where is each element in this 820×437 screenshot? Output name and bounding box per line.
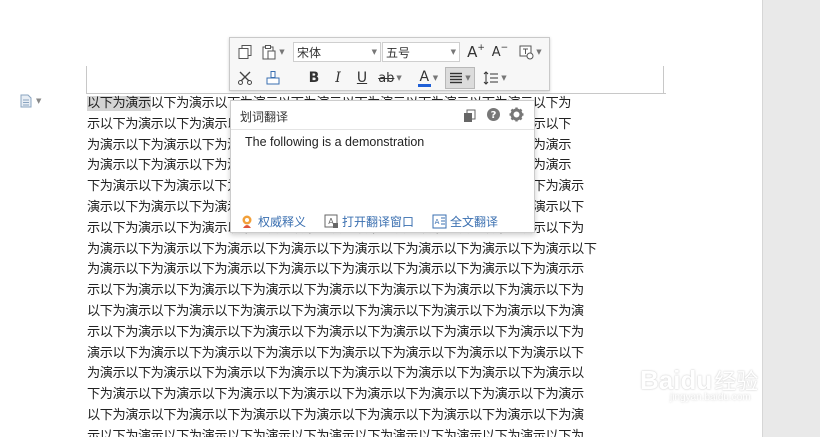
text-line: 演示以下为演示以下为演示以下为演示以下为演示以下为演示以下为演示以下为演示以下 (87, 345, 584, 361)
italic-icon: I (335, 70, 341, 86)
align-justify-icon (450, 72, 463, 84)
watermark-url: jingyan.baidu.com (670, 392, 751, 403)
full-text-translation-label: 全文翻译 (450, 215, 499, 229)
clear-format-button[interactable]: ▼ (515, 41, 545, 63)
settings-button[interactable] (509, 107, 524, 126)
chevron-down-icon: ▼ (396, 74, 402, 82)
chevron-down-icon: ▼ (36, 97, 42, 105)
chevron-down-icon: ▼ (450, 48, 456, 56)
text-line: 以下为演示以下为演示以下为演示以下为演示以下为演示以下为演示以下为演示以下为演 (87, 407, 584, 423)
format-painter-button[interactable] (262, 67, 284, 89)
italic-button[interactable]: I (327, 67, 349, 89)
floating-format-toolbar: ▼ 宋体 ▼ 五号 ▼ A + A − ▼ B I U ab ▼ A ▼ ▼ ▼ (229, 37, 550, 91)
text-line: 下为演示以下为演示以下为演示以下为演示以下为演示以下为演示以下为演示以下为演示 (87, 387, 584, 403)
translate-window-icon: A (324, 214, 338, 228)
font-size-select[interactable]: 五号 ▼ (382, 42, 460, 62)
text-line: 为演示以下为演示以下为演示以下为演示以下为演示以下为演示以下为演示以下为演示以下 (87, 241, 597, 257)
chevron-down-icon: ▼ (371, 48, 377, 56)
text-line: 示以下为演示以下为演示以下为演示以下为演示以下为演示以下为演示以下为演示以下为 (87, 324, 584, 340)
paste-button[interactable]: ▼ (258, 41, 288, 63)
format-painter-icon (266, 71, 280, 85)
margin-guide-vertical (86, 66, 87, 94)
chevron-down-icon: ▼ (536, 48, 542, 56)
copy-translation-button[interactable] (463, 108, 476, 127)
translation-popup: 划词翻译 ? The following is a demonstration … (230, 100, 535, 233)
bold-button[interactable]: B (303, 67, 325, 89)
bold-icon: B (308, 70, 320, 86)
cut-button[interactable] (234, 67, 256, 89)
paragraph-menu-button[interactable]: ▼ (20, 93, 48, 109)
underline-button[interactable]: U (351, 67, 373, 89)
text-line: 示以下为演示以下为演示以下为演示以下为演示以下为演示以下为演示以下为演示以下为 (87, 283, 584, 299)
align-button[interactable]: ▼ (445, 67, 475, 89)
chevron-down-icon: ▼ (465, 74, 471, 82)
authority-definition-label: 权威释义 (258, 215, 307, 229)
chevron-down-icon: ▼ (501, 74, 507, 82)
svg-text:A: A (435, 218, 440, 226)
copy-icon (238, 45, 252, 59)
grow-font-button[interactable]: A + (465, 41, 487, 63)
paste-icon (262, 45, 276, 60)
grow-font-icon: A (467, 43, 478, 61)
strikethrough-button[interactable]: ab ▼ (375, 67, 405, 89)
text-line: 以下为演示以下为演示以下为演示以下为演示以下为演示以下为演示以下为演示以下为演 (87, 303, 584, 319)
help-icon: ? (487, 108, 500, 121)
font-color-icon: A (419, 68, 430, 85)
font-color-button[interactable]: A ▼ (413, 67, 443, 89)
shrink-font-icon: A (491, 44, 501, 60)
font-color-bar (417, 83, 431, 87)
translation-popup-header: 划词翻译 ? (231, 101, 534, 130)
margin-guide-vertical-right (663, 66, 664, 94)
font-size-value: 五号 (386, 45, 411, 60)
full-text-translation-link[interactable]: A 全文翻译 (432, 213, 498, 230)
strikethrough-icon: ab (378, 70, 395, 86)
scissors-icon (238, 71, 252, 85)
help-button[interactable]: ? (486, 107, 501, 126)
text-line: 为演示以下为演示以下为演示以下为演示以下为演示以下为演示以下为演示以下为演示以 (87, 366, 584, 382)
line-spacing-button[interactable]: ▼ (480, 67, 510, 89)
authority-definition-link[interactable]: 权威释义 (240, 213, 306, 230)
translation-result-text: The following is a demonstration (245, 135, 425, 149)
gear-icon (509, 107, 524, 122)
text-line: 示以下为演示以下为演示以下为演示以下为演示以下为演示以下为演示以下为演示以下为 (87, 428, 584, 437)
full-translate-icon: A (432, 214, 447, 229)
selected-text[interactable]: 以下为演示 (87, 96, 151, 111)
chevron-down-icon: ▼ (432, 74, 439, 82)
shrink-font-button[interactable]: A − (489, 41, 511, 63)
open-translation-window-link[interactable]: A 打开翻译窗口 (324, 213, 414, 230)
clear-format-icon (519, 45, 534, 60)
open-translation-window-label: 打开翻译窗口 (342, 215, 415, 229)
font-name-value: 宋体 (297, 45, 322, 60)
dictionary-icon (242, 215, 252, 228)
font-name-select[interactable]: 宋体 ▼ (293, 42, 381, 62)
copy-icon (464, 109, 476, 122)
translation-popup-title: 划词翻译 (240, 110, 289, 124)
copy-button[interactable] (234, 41, 256, 63)
line-spacing-icon (483, 71, 499, 85)
svg-text:?: ? (491, 110, 497, 121)
document-icon (20, 94, 32, 108)
underline-icon: U (356, 70, 368, 86)
text-line: 为演示以下为演示以下为演示以下为演示以下为演示以下为演示以下为演示以下为演示示 (87, 262, 584, 278)
chevron-down-icon: ▼ (279, 48, 285, 56)
watermark-brand: Baidu (640, 364, 713, 395)
baidu-jingyan-watermark: Baidu 经验 jingyan.baidu.com (640, 364, 780, 414)
